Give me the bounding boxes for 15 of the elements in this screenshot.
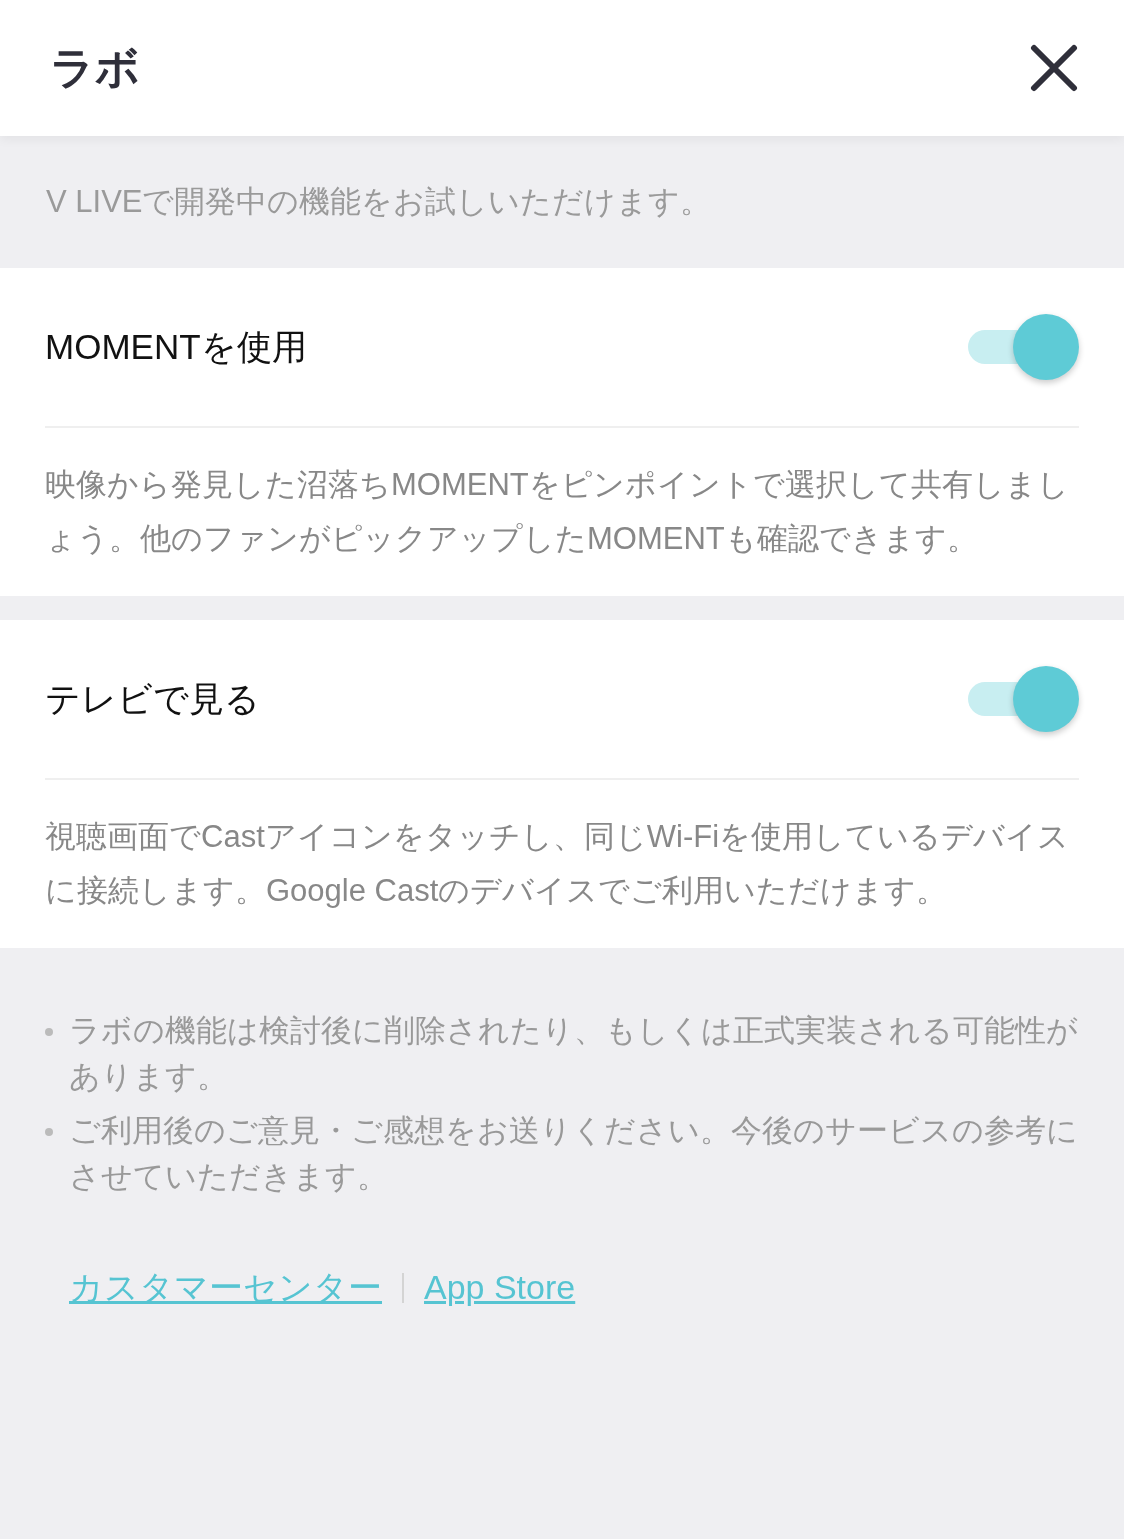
intro-text: V LIVEで開発中の機能をお試しいただけます。 xyxy=(46,182,712,221)
footer-link[interactable]: カスタマーセンター xyxy=(69,1262,382,1313)
bullet-icon xyxy=(45,1128,53,1136)
toggle-switch[interactable] xyxy=(967,314,1079,380)
note-text: ご利用後のご意見・ご感想をお送りください。今後のサービスの参考にさせていただきます。 xyxy=(69,1112,1079,1196)
page-title: ラボ xyxy=(50,42,140,94)
feature-label: テレビで見る xyxy=(45,677,260,720)
bullet-icon xyxy=(45,1028,53,1036)
feature-description: 映像から発見した沼落ちMOMENTをピンポイントで選択して共有しましょう。他のファンがピックアップしたMOMENTも確認できます。 xyxy=(45,466,1070,558)
note-text: ラボの機能は検討後に削除されたり、もしくは正式実装される可能性があります。 xyxy=(69,1012,1079,1096)
toggle-switch[interactable] xyxy=(967,666,1079,732)
feature-label: MOMENTを使用 xyxy=(45,325,307,368)
feature-description: 視聴画面でCastアイコンをタッチし、同じWi-Fiを使用しているデバイスに接続します。Google Castのデバイスでご利用いただけます。 xyxy=(45,818,1071,910)
close-icon[interactable] xyxy=(1030,44,1078,92)
footer-link[interactable]: App Store xyxy=(424,1262,576,1313)
